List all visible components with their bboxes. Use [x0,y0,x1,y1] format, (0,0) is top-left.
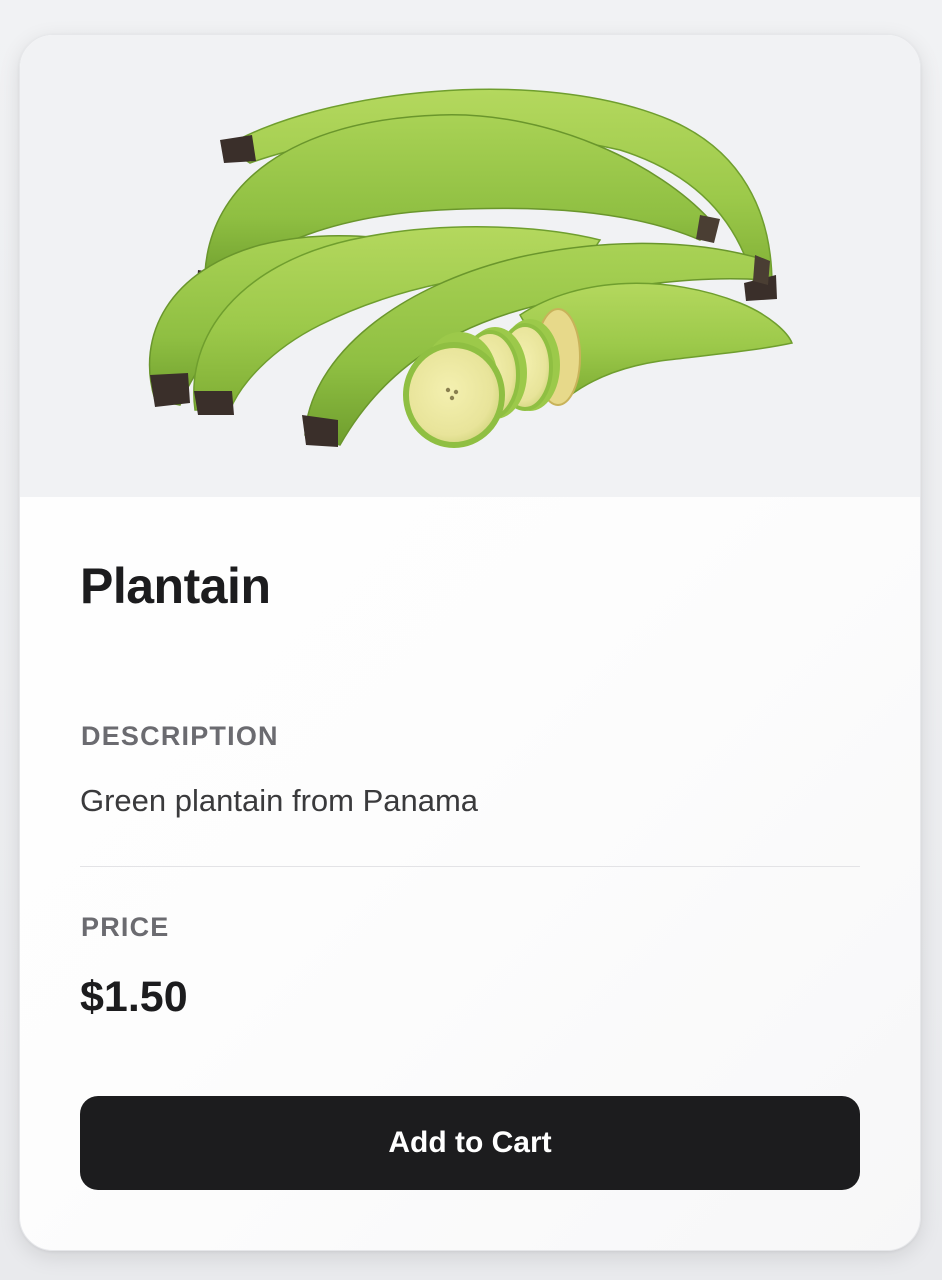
product-image [20,35,920,497]
product-description: Green plantain from Panama [80,783,479,818]
product-price: $1.50 [80,973,188,1021]
add-to-cart-button[interactable]: Add to Cart [80,1096,860,1190]
price-label: PRICE [81,912,170,942]
divider [80,866,860,867]
product-title: Plantain [80,558,271,614]
product-card: Plantain DESCRIPTION Green plantain from… [19,34,921,1251]
plantain-illustration [148,88,794,448]
description-label: DESCRIPTION [81,721,279,751]
